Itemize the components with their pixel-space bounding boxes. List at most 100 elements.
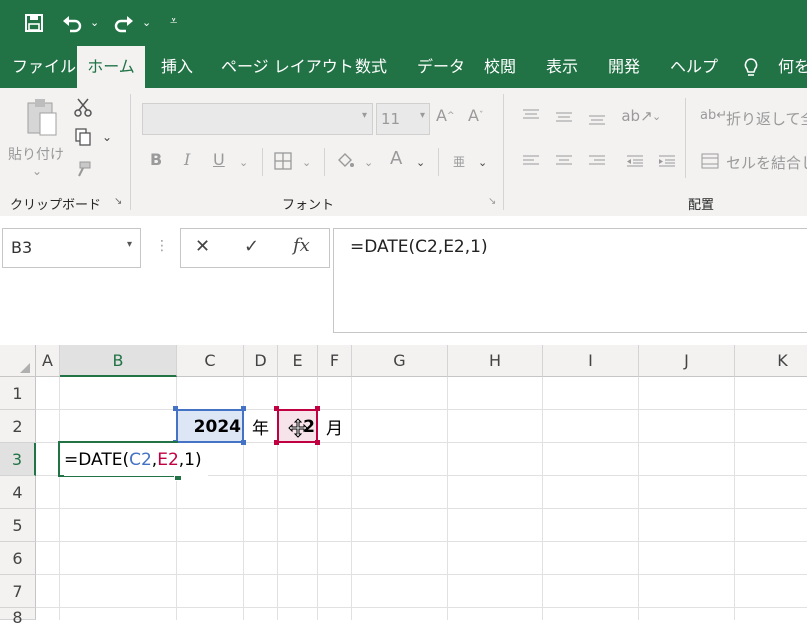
tab-file[interactable]: ファイル <box>12 46 76 88</box>
select-all-corner[interactable] <box>0 345 36 377</box>
bottom-align-icon[interactable] <box>586 110 608 128</box>
save-icon[interactable] <box>22 8 46 38</box>
italic-button[interactable]: I <box>184 150 190 169</box>
decrease-font-size-icon[interactable]: Aˇ <box>468 106 483 125</box>
reference-handle[interactable] <box>241 440 246 445</box>
borders-dropdown-icon[interactable]: ⌄ <box>302 156 311 169</box>
merge-cells-icon[interactable] <box>700 152 720 170</box>
row-header-1[interactable]: 1 <box>0 377 36 410</box>
row-header-4[interactable]: 4 <box>0 476 36 509</box>
tell-me-search[interactable]: 何を <box>778 46 807 88</box>
tab-formulas[interactable]: 数式 <box>355 46 387 88</box>
row-header-6[interactable]: 6 <box>0 542 36 575</box>
gridline <box>734 377 735 620</box>
align-center-icon[interactable] <box>553 152 575 170</box>
align-left-icon[interactable] <box>520 152 542 170</box>
formula-bar-grip-icon[interactable]: ⋮ <box>155 238 169 254</box>
middle-align-icon[interactable] <box>553 108 575 126</box>
name-box-dropdown-icon[interactable]: ▾ <box>127 239 132 250</box>
column-header-F[interactable]: F <box>318 345 352 377</box>
column-header-E[interactable]: E <box>278 345 318 377</box>
increase-indent-icon[interactable] <box>656 152 678 170</box>
cell-f2[interactable]: 月 <box>326 410 343 443</box>
font-size-select[interactable]: 11 ▾ <box>376 103 430 135</box>
cancel-formula-button[interactable]: ✕ <box>195 236 210 257</box>
formula-input[interactable]: =DATE(C2,E2,1) <box>333 228 807 333</box>
tab-view[interactable]: 表示 <box>546 46 578 88</box>
redo-dropdown-icon[interactable]: ⌄ <box>142 16 151 29</box>
undo-dropdown-icon[interactable]: ⌄ <box>90 16 99 29</box>
copy-icon[interactable] <box>72 126 94 148</box>
font-launcher-icon[interactable]: ↘ <box>488 196 496 207</box>
cell-b3-editing[interactable]: =DATE(C2, E2,1) <box>64 443 208 476</box>
phonetic-guide-icon[interactable]: 亜 <box>448 148 470 174</box>
formula-text: =DATE(C2,E2,1) <box>350 237 488 257</box>
top-align-icon[interactable] <box>520 106 542 124</box>
redo-icon[interactable] <box>112 8 136 38</box>
tab-home[interactable]: ホーム <box>77 46 145 88</box>
reference-handle[interactable] <box>241 406 246 411</box>
tab-insert[interactable]: 挿入 <box>161 46 193 88</box>
wrap-text-button[interactable]: 折り返して全 <box>726 108 807 129</box>
column-header-H[interactable]: H <box>448 345 543 377</box>
reference-handle[interactable] <box>315 406 320 411</box>
wrap-text-icon[interactable]: ab↵ <box>700 108 727 123</box>
font-color-dropdown-icon[interactable]: ⌄ <box>416 156 425 169</box>
font-name-select[interactable]: ▾ <box>142 103 373 135</box>
phonetic-dropdown-icon[interactable]: ⌄ <box>478 156 487 169</box>
column-header-A[interactable]: A <box>36 345 60 377</box>
increase-font-size-icon[interactable]: A ^ <box>436 106 455 125</box>
align-right-icon[interactable] <box>586 152 608 170</box>
paste-dropdown-icon[interactable]: ⌄ <box>32 164 42 178</box>
enter-formula-button[interactable]: ✓ <box>244 236 259 257</box>
borders-icon[interactable] <box>272 150 294 172</box>
tab-help[interactable]: ヘルプ <box>670 46 718 88</box>
tab-page-layout[interactable]: ページ レイアウト <box>221 46 354 88</box>
paste-label[interactable]: 貼り付け <box>8 144 64 164</box>
underline-dropdown-icon[interactable]: ⌄ <box>239 156 248 169</box>
column-header-K[interactable]: K <box>735 345 807 377</box>
worksheet-grid[interactable] <box>0 345 807 620</box>
tab-review[interactable]: 校閲 <box>484 46 516 88</box>
reference-handle[interactable] <box>274 440 279 445</box>
reference-handle[interactable] <box>173 406 178 411</box>
insert-function-button[interactable]: fx <box>293 235 310 256</box>
cut-icon[interactable] <box>72 96 94 118</box>
column-header-J[interactable]: J <box>639 345 735 377</box>
format-painter-icon[interactable] <box>72 158 94 180</box>
copy-dropdown-icon[interactable]: ⌄ <box>102 130 112 144</box>
underline-button[interactable]: U <box>213 150 225 169</box>
undo-icon[interactable] <box>60 8 84 38</box>
tab-developer[interactable]: 開発 <box>608 46 640 88</box>
fill-color-icon[interactable] <box>334 150 356 172</box>
row-header-8[interactable]: 8 <box>0 608 36 627</box>
orientation-dropdown-icon[interactable]: ⌄ <box>652 110 661 123</box>
row-header-3[interactable]: 3 <box>0 443 36 476</box>
paste-icon[interactable] <box>22 96 62 140</box>
row-header-7[interactable]: 7 <box>0 575 36 608</box>
name-box[interactable]: B3 ▾ <box>2 228 141 268</box>
reference-handle[interactable] <box>274 406 279 411</box>
reference-handle[interactable] <box>315 440 320 445</box>
column-header-G[interactable]: G <box>352 345 448 377</box>
column-header-C[interactable]: C <box>177 345 244 377</box>
cell-c2[interactable]: 2024 <box>180 410 241 443</box>
clipboard-launcher-icon[interactable]: ↘ <box>114 196 122 207</box>
cell-d2[interactable]: 年 <box>252 410 269 443</box>
column-header-I[interactable]: I <box>543 345 639 377</box>
fill-color-dropdown-icon[interactable]: ⌄ <box>364 156 373 169</box>
font-name-dropdown-icon[interactable]: ▾ <box>362 110 367 121</box>
orientation-icon[interactable]: ab↗ <box>621 106 652 126</box>
column-header-D[interactable]: D <box>244 345 278 377</box>
lightbulb-icon[interactable] <box>742 46 760 88</box>
column-header-B[interactable]: B <box>60 345 177 377</box>
font-size-dropdown-icon[interactable]: ▾ <box>420 110 425 121</box>
row-header-5[interactable]: 5 <box>0 509 36 542</box>
row-header-2[interactable]: 2 <box>0 410 36 443</box>
bold-button[interactable]: B <box>150 150 162 169</box>
tab-data[interactable]: データ <box>417 46 465 88</box>
merge-cells-button[interactable]: セルを結合し <box>726 152 807 173</box>
decrease-indent-icon[interactable] <box>624 152 646 170</box>
customize-qat-icon[interactable]: ⩡ <box>170 14 177 29</box>
font-color-button[interactable]: A <box>390 148 402 169</box>
